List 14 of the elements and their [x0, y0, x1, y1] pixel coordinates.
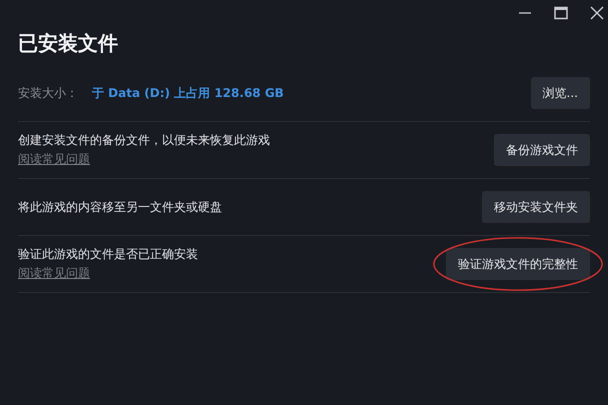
faq-link[interactable]: 阅读常见问题 [18, 151, 270, 168]
install-size-value: 于 Data (D:) 上占用 128.68 GB [92, 84, 285, 102]
action-button[interactable]: 备份游戏文件 [494, 134, 590, 166]
browse-button[interactable]: 浏览... [530, 77, 590, 109]
maximize-icon[interactable] [554, 6, 568, 20]
action-description: 创建安装文件的备份文件，以便未来恢复此游戏 [18, 132, 270, 149]
install-size-label: 安装大小： [18, 84, 78, 102]
action-description: 将此游戏的内容移至另一文件夹或硬盘 [18, 198, 222, 216]
action-button[interactable]: 移动安装文件夹 [482, 191, 590, 223]
close-icon[interactable] [590, 6, 604, 20]
action-button[interactable]: 验证游戏文件的完整性 [446, 248, 590, 280]
window-title: 已安装文件 [18, 30, 119, 57]
action-description: 验证此游戏的文件是否已正确安装 [18, 246, 198, 263]
faq-link[interactable]: 阅读常见问题 [18, 265, 198, 282]
